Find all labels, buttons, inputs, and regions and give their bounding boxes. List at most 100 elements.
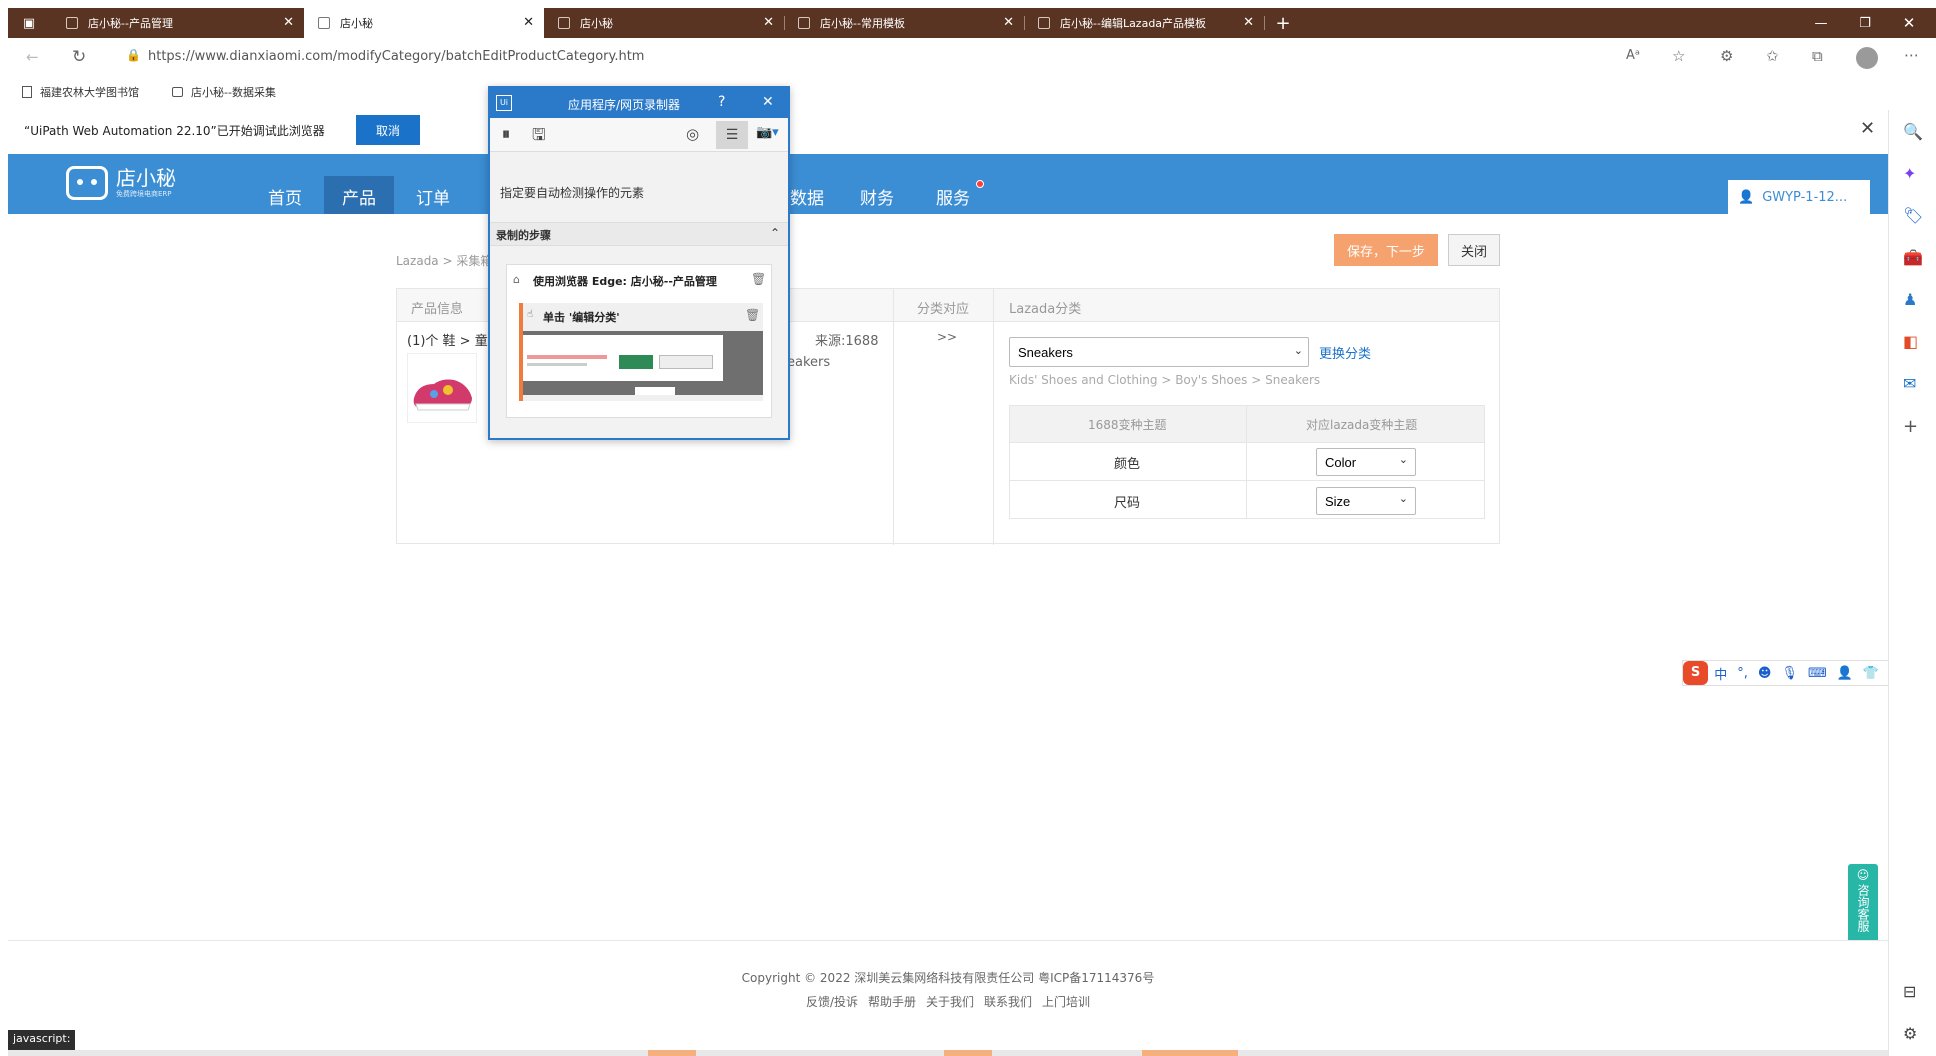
variant-size-select[interactable]: Size ⌄ <box>1316 487 1416 515</box>
refresh-icon[interactable]: ↻ <box>72 47 86 67</box>
infobar-close-icon[interactable]: ✕ <box>1860 118 1875 139</box>
favorite-star-icon[interactable]: ☆ <box>1672 47 1685 65</box>
delete-step-icon[interactable]: 🗑 <box>751 272 766 286</box>
tab-close-icon[interactable]: ✕ <box>283 15 294 30</box>
nav-product[interactable]: 产品 <box>342 184 376 209</box>
variant-mapping-table: 1688变种主题 对应lazada变种主题 颜色 Color ⌄ 尺码 Size… <box>1009 405 1485 519</box>
screenshot-options-icon[interactable]: 📷▾ <box>756 125 779 140</box>
change-category-link[interactable]: 更换分类 <box>1319 343 1371 362</box>
uipath-logo-icon: Ui <box>496 95 512 111</box>
back-icon[interactable]: ← <box>26 48 39 66</box>
bookmark-label: 福建农林大学图书馆 <box>40 86 139 99</box>
recorder-hint: 指定要自动检测操作的元素 <box>500 186 645 200</box>
save-next-button[interactable]: 保存，下一步 <box>1334 234 1438 266</box>
copilot-icon[interactable]: ✦ <box>1903 164 1916 183</box>
office-icon[interactable]: ◧ <box>1903 332 1918 351</box>
sidebar-settings-icon[interactable]: ⚙ <box>1903 1024 1917 1043</box>
close-button[interactable]: 关闭 <box>1448 234 1500 266</box>
tab-close-icon[interactable]: ✕ <box>763 15 774 30</box>
tab-dianxiaomi-active[interactable]: 店小秘 ✕ <box>304 8 544 38</box>
skin-icon[interactable]: 👕 <box>1863 666 1879 681</box>
tools-icon[interactable]: 🧰 <box>1903 248 1923 267</box>
tab-close-icon[interactable]: ✕ <box>1243 15 1254 30</box>
microphone-icon[interactable]: 🎙 <box>1781 666 1798 681</box>
tab-common-templates[interactable]: 店小秘--常用模板 ✕ <box>784 8 1024 38</box>
shopping-tag-icon[interactable]: 🏷 <box>1903 206 1923 225</box>
new-tab-icon[interactable]: + <box>1268 8 1298 38</box>
ime-chinese-mode[interactable]: 中 <box>1714 664 1727 683</box>
variant-header-target: 对应lazada变种主题 <box>1306 418 1418 432</box>
product-thumbnail[interactable] <box>407 353 477 423</box>
window-close-icon[interactable]: ✕ <box>1894 8 1924 38</box>
chevron-down-icon: ⌄ <box>1398 453 1408 466</box>
chevron-down-icon: ⌄ <box>1293 344 1303 357</box>
extensions-icon[interactable]: ⚙ <box>1720 47 1733 65</box>
target-icon[interactable]: ◎ <box>686 125 699 143</box>
minimize-icon[interactable]: — <box>1806 8 1836 38</box>
punctuation-icon[interactable]: °, <box>1737 666 1748 681</box>
bookmark-data-collect[interactable]: 店小秘--数据采集 <box>172 84 276 100</box>
nav-finance[interactable]: 财务 <box>860 184 894 209</box>
nav-service[interactable]: 服务 <box>936 184 970 209</box>
footer-link-contact[interactable]: 联系我们 <box>984 993 1032 1010</box>
help-icon[interactable]: ? <box>718 94 725 110</box>
tab-close-icon[interactable]: ✕ <box>1003 15 1014 30</box>
collections-icon[interactable]: ⧉ <box>1812 47 1823 65</box>
steps-list-icon[interactable]: ☰ <box>716 121 748 149</box>
variant-color-label: 颜色 <box>1114 457 1141 472</box>
hide-sidebar-icon[interactable]: ⊟ <box>1903 982 1916 1001</box>
cancel-debug-button[interactable]: 取消 <box>356 115 420 145</box>
user-center-icon[interactable]: 👤 <box>1837 666 1853 681</box>
tab-favicon-icon <box>798 17 810 29</box>
category-select[interactable]: Sneakers ⌄ <box>1009 337 1311 367</box>
recorder-toolbar: ⏸ 🖫 ◎ ☰ 📷▾ <box>490 118 788 152</box>
nav-order[interactable]: 订单 <box>416 184 450 209</box>
pause-icon[interactable]: ⏸ <box>502 124 510 144</box>
tab-product-manage[interactable]: 店小秘--产品管理 ✕ <box>52 8 304 38</box>
outlook-icon[interactable]: ✉ <box>1903 374 1916 393</box>
account-name: GWYP-1-12... <box>1762 189 1848 205</box>
tab-actions-icon[interactable]: ▣ <box>14 8 44 38</box>
profile-avatar[interactable] <box>1856 47 1878 69</box>
favorites-icon[interactable]: ✩ <box>1766 47 1779 65</box>
site-header: 店小秘 免费跨境电商ERP 首页 产品 订单 数据 财务 服务 👤 GWYP-1… <box>8 154 1888 214</box>
recorded-steps-header[interactable]: 录制的步骤 ⌃ <box>490 222 788 246</box>
recorder-close-icon[interactable]: ✕ <box>762 94 774 110</box>
account-menu[interactable]: 👤 GWYP-1-12... <box>1728 180 1870 214</box>
tab-dianxiaomi[interactable]: 店小秘 ✕ <box>544 8 784 38</box>
save-icon[interactable]: 🖫 <box>532 124 546 151</box>
keyboard-icon[interactable]: ⌨ <box>1808 666 1827 681</box>
tab-edit-lazada-template[interactable]: 店小秘--编辑Lazada产品模板 ✕ <box>1024 8 1264 38</box>
restore-icon[interactable]: ❐ <box>1850 8 1880 38</box>
url-field[interactable]: https://www.dianxiaomi.com/modifyCategor… <box>148 49 644 64</box>
browser-scope-card[interactable]: ⌂ 使用浏览器 Edge: 店小秘--产品管理 🗑 ☝ 单击 '编辑分类' 🗑 <box>506 264 772 418</box>
site-logo[interactable]: 店小秘 免费跨境电商ERP <box>66 166 176 200</box>
footer-link-feedback[interactable]: 反馈/投诉 <box>806 993 858 1010</box>
nav-home[interactable]: 首页 <box>268 184 302 209</box>
delete-step-icon[interactable]: 🗑 <box>745 308 760 322</box>
footer-link-training[interactable]: 上门培训 <box>1042 993 1090 1010</box>
bookmark-fafu-library[interactable]: 福建农林大学图书馆 <box>22 84 139 100</box>
games-icon[interactable]: ♟ <box>1903 290 1917 309</box>
service-agent-icon: ☺ <box>1856 868 1870 882</box>
click-step-card[interactable]: ☝ 单击 '编辑分类' 🗑 <box>519 303 763 401</box>
nav-data[interactable]: 数据 <box>790 184 824 209</box>
add-sidebar-app-icon[interactable]: + <box>1903 416 1918 437</box>
emoji-icon[interactable]: ☻ <box>1758 666 1772 681</box>
edge-sidebar: 🔍 ✦ 🏷 🧰 ♟ ◧ ✉ + ⊟ ⚙ <box>1888 110 1936 1056</box>
logo-text: 店小秘 <box>116 166 176 190</box>
footer-link-about[interactable]: 关于我们 <box>926 993 974 1010</box>
tab-label: 店小秘 <box>580 17 613 30</box>
logo-subtitle: 免费跨境电商ERP <box>116 190 172 198</box>
variant-color-select[interactable]: Color ⌄ <box>1316 448 1416 476</box>
tab-close-icon[interactable]: ✕ <box>523 15 534 30</box>
category-dropdown[interactable]: Sneakers <box>1009 337 1309 367</box>
lock-icon[interactable]: 🔒 <box>126 48 141 62</box>
tab-label: 店小秘 <box>340 17 373 30</box>
more-menu-icon[interactable]: ⋯ <box>1904 46 1919 64</box>
collapse-chevron-icon[interactable]: ⌃ <box>770 226 780 240</box>
sidebar-search-icon[interactable]: 🔍 <box>1903 122 1923 141</box>
horizontal-scrollbar[interactable] <box>8 1050 1888 1056</box>
footer-link-help[interactable]: 帮助手册 <box>868 993 916 1010</box>
read-aloud-icon[interactable]: Aᵃ <box>1626 48 1640 63</box>
